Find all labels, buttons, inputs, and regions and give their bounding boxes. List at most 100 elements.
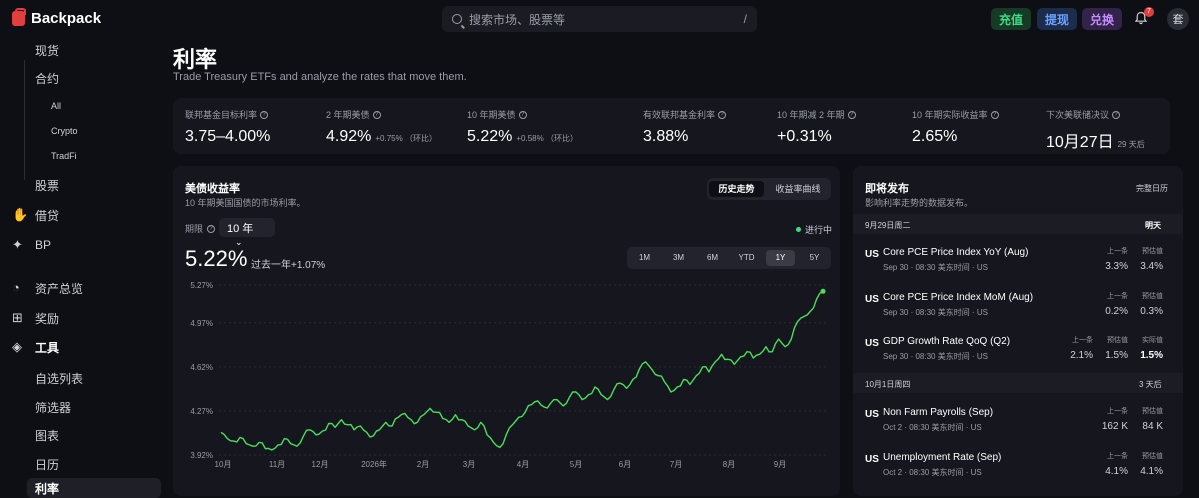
lending-icon: ✋ [12, 207, 29, 222]
series-line-10y [220, 290, 824, 451]
x-tick-label: 7月 [670, 460, 682, 469]
search-icon [452, 14, 462, 24]
backpack-icon [12, 8, 26, 26]
tab-yield-curve[interactable]: 收益率曲线 [767, 181, 829, 197]
avatar[interactable]: 套 [1167, 8, 1189, 30]
top-bar: Backpack 搜索市场、股票等 / 充值 提现 兑换 7 套 [0, 0, 1199, 38]
release-row[interactable]: US Non Farm Payrolls (Sep) Oct 2 · 08:30… [853, 401, 1183, 441]
range-5y[interactable]: 5Y [800, 250, 829, 266]
sidebar-item-portfolio[interactable]: ◔ 资产总览 [0, 280, 165, 296]
last-point-marker [820, 288, 826, 294]
stat-effr: 有效联邦基金利率? 3.88% [643, 108, 727, 146]
date-group-header: 9月29日周二 明天 [853, 214, 1183, 234]
deposit-button[interactable]: 充值 [991, 8, 1032, 30]
x-tick-label: 11月 [269, 460, 285, 469]
sidebar-item-spot[interactable]: 现货 [0, 42, 165, 58]
x-tick-label: 4月 [517, 460, 529, 469]
info-icon[interactable]: ? [1112, 110, 1121, 119]
stat-spread: 10 年期减 2 年期? +0.31% [777, 108, 856, 146]
y-tick-label: 4.97% [190, 319, 213, 328]
x-tick-label: 3月 [463, 460, 475, 469]
release-row[interactable]: US GDP Growth Rate QoQ (Q2) Sep 30 · 08:… [853, 330, 1183, 370]
period-select[interactable]: 10 年⌄ [219, 218, 275, 247]
layers-icon: ◈ [12, 339, 22, 354]
period-label: 期限? [185, 222, 216, 235]
yield-change: 过去一年+1.07% [251, 260, 326, 271]
releases-title: 即将发布 [865, 183, 909, 195]
sidebar-item-futures[interactable]: 合约 [0, 70, 165, 86]
page-subtitle: Trade Treasury ETFs and analyze the rate… [173, 71, 467, 83]
range-ytd[interactable]: YTD [732, 250, 761, 266]
stat-fed-target: 联邦基金目标利率? 3.75–4.00% [185, 110, 271, 145]
range-1m[interactable]: 1M [630, 250, 659, 266]
sidebar-item-watchlist[interactable]: 自选列表 [0, 370, 165, 386]
sidebar-item-charts[interactable]: 图表 [0, 427, 165, 443]
releases-card: 即将发布 影响利率走势的数据发布。 完整日历 9月29日周二 明天 US Cor… [853, 166, 1183, 496]
chart-card-subtitle: 10 年期美国国债的市场利率。 [185, 198, 306, 208]
sparkle-icon: ✦ [12, 237, 23, 252]
search-placeholder: 搜索市场、股票等 [469, 12, 566, 27]
live-dot [796, 227, 801, 232]
stat-real-yield: 10 年期实际收益率? 2.65% [912, 108, 999, 146]
sidebar-item-all[interactable]: All [0, 99, 165, 113]
info-icon[interactable]: ? [718, 110, 727, 119]
y-tick-label: 4.27% [190, 407, 213, 416]
info-icon[interactable]: ? [260, 110, 269, 119]
search-input[interactable]: 搜索市场、股票等 / [442, 6, 757, 32]
sidebar-item-stocks[interactable]: 股票 [0, 177, 165, 193]
page-title: 利率 [173, 47, 218, 72]
sidebar-item-bp[interactable]: ✦ BP [0, 237, 165, 253]
stat-10y: 10 年期美债? 5.22% +0.58% （环比） [467, 110, 578, 145]
info-icon[interactable]: ? [990, 110, 999, 119]
live-status: 进行中 [796, 223, 832, 236]
release-row[interactable]: US Unemployment Rate (Sep) Oct 2 · 08:30… [853, 446, 1183, 486]
sidebar-item-calendar[interactable]: 日历 [0, 456, 165, 472]
brand-name: Backpack [31, 10, 102, 27]
pie-chart-icon: ◔ [12, 280, 20, 295]
x-tick-label: 9月 [774, 460, 786, 469]
brand-logo[interactable]: Backpack [12, 8, 102, 27]
x-tick-label: 2月 [417, 460, 429, 469]
info-icon[interactable]: ? [372, 110, 381, 119]
notification-badge: 7 [1144, 7, 1154, 17]
info-icon[interactable]: ? [207, 224, 216, 233]
full-calendar-link[interactable]: 完整日历 [1136, 183, 1168, 194]
info-icon[interactable]: ? [847, 110, 856, 119]
current-yield: 5.22% [185, 246, 248, 271]
yield-chart-card: 美债收益率 10 年期美国国债的市场利率。 历史走势 收益率曲线 期限? 10 … [173, 166, 840, 496]
withdraw-button[interactable]: 提现 [1037, 8, 1078, 30]
info-icon[interactable]: ? [518, 110, 527, 119]
range-3m[interactable]: 3M [664, 250, 693, 266]
sidebar-item-lending[interactable]: ✋ 借贷 [0, 207, 165, 223]
stat-next-fomc: 下次美联储决议? 10月27日 29 天后 [1046, 110, 1145, 151]
swap-button[interactable]: 兑换 [1082, 8, 1123, 30]
sidebar-item-screener[interactable]: 筛选器 [0, 399, 165, 415]
gift-icon: ⊞ [12, 310, 23, 325]
view-toggle: 历史走势 收益率曲线 [707, 178, 831, 200]
y-tick-label: 3.92% [190, 451, 213, 460]
sidebar: 现货 合约 All Crypto TradFi 股票 ✋ 借贷 ✦ BP ◔ 资产总览… [0, 38, 165, 498]
x-tick-label: 8月 [723, 460, 735, 469]
sidebar-item-tradfi[interactable]: TradFi [0, 149, 165, 163]
sidebar-item-rewards[interactable]: ⊞ 奖励 [0, 310, 165, 326]
releases-subtitle: 影响利率走势的数据发布。 [865, 198, 974, 208]
x-tick-label: 6月 [619, 460, 631, 469]
sidebar-item-crypto[interactable]: Crypto [0, 124, 165, 138]
chart-card-title: 美债收益率 [185, 183, 240, 195]
release-row[interactable]: US Core PCE Price Index YoY (Aug) Sep 30… [853, 241, 1183, 281]
search-shortcut: / [743, 12, 747, 26]
x-tick-label: 12月 [312, 460, 329, 469]
stat-2y: 2 年期美债? 4.92% +0.75% （环比） [326, 110, 437, 145]
x-tick-label: 5月 [570, 460, 582, 469]
tab-history[interactable]: 历史走势 [709, 181, 764, 197]
x-tick-label: 2026年 [361, 459, 387, 469]
stats-strip: 联邦基金目标利率? 3.75–4.00% 2 年期美债? 4.92% +0.75%… [173, 98, 1170, 154]
y-tick-label: 4.62% [190, 363, 213, 372]
release-row[interactable]: US Core PCE Price Index MoM (Aug) Sep 30… [853, 286, 1183, 326]
range-1y[interactable]: 1Y [766, 250, 795, 266]
date-group-header: 10月1日周四 3 天后 [853, 373, 1183, 393]
sidebar-item-tools[interactable]: ◈ 工具 [0, 339, 165, 355]
range-6m[interactable]: 6M [698, 250, 727, 266]
sidebar-item-rates[interactable]: 利率 [27, 478, 161, 498]
range-selector: 1M 3M 6M YTD 1Y 5Y [627, 247, 831, 269]
